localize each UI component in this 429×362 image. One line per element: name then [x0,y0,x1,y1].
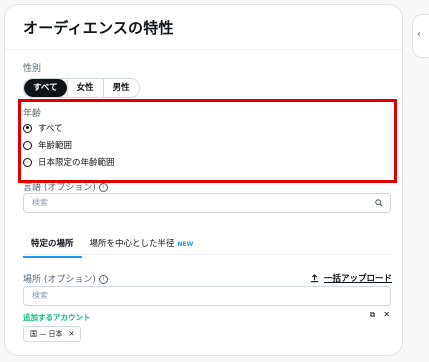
language-label-text: 言語 (オプション) [23,183,96,193]
gender-option-all[interactable]: すべて [24,79,67,97]
upload-icon [310,273,319,282]
bulk-upload-link[interactable]: 一括アップロード [310,272,392,284]
gender-option-female[interactable]: 女性 [66,79,103,97]
gender-label: 性別 [23,64,42,74]
language-search-placeholder: 検索 [32,198,48,207]
location-chip-label: 国 — 日本 [30,330,63,338]
card-title: オーディエンスの特性 [23,19,174,37]
location-label-text: 場所 (オプション) [23,275,96,285]
search-icon [375,199,383,207]
copy-icon[interactable]: ⧉ [370,310,376,320]
bulk-upload-label: 一括アップロード [323,274,392,284]
info-icon[interactable]: i [98,183,108,192]
language-search-input[interactable]: 検索 [23,193,391,213]
location-actions: ⧉ ✕ [370,310,390,320]
location-search-input[interactable]: 検索 [23,286,391,306]
side-panel-edge[interactable]: ‹ [412,14,429,58]
chevron-left-icon: ‹ [417,29,421,40]
audience-characteristics-card: オーディエンスの特性 性別 すべて 女性 男性 年齢 すべて 年齢範囲 日本限定… [4,4,403,356]
tab-radius-label: 場所を中心とした半径 [89,239,175,249]
add-account-label: 追加するアカウント [23,313,91,322]
location-search-placeholder: 検索 [32,291,48,300]
gender-option-male[interactable]: 男性 [102,79,139,97]
location-label: 場所 (オプション) i [23,272,108,285]
info-icon[interactable]: i [98,275,108,284]
remove-chip-icon[interactable]: ✕ [68,330,74,338]
divider [5,49,402,50]
close-icon[interactable]: ✕ [383,310,390,320]
gender-segmented-control: すべて 女性 男性 [23,78,140,98]
tabs-divider [23,254,392,255]
location-chip: 国 — 日本 ✕ [23,326,82,342]
highlight-box [18,99,397,183]
new-badge: NEW [177,241,194,248]
